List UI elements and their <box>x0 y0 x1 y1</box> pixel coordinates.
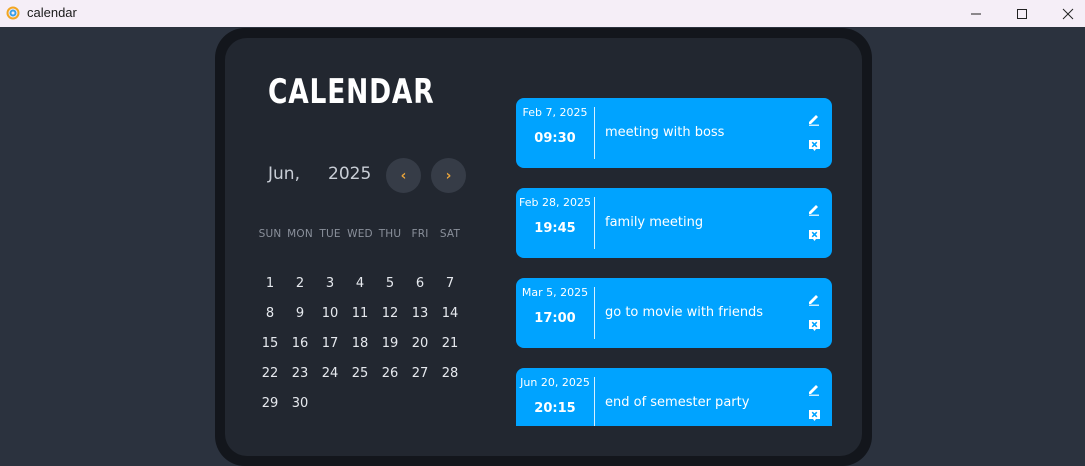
event-card[interactable]: Feb 7, 2025 09:30 meeting with boss <box>516 98 832 168</box>
calendar-day[interactable]: 25 <box>345 366 375 381</box>
window-titlebar: calendar <box>0 0 1085 27</box>
prev-month-button[interactable]: ‹ <box>386 158 421 193</box>
event-time: 17:00 <box>534 311 576 326</box>
calendar-day[interactable]: 10 <box>315 306 345 321</box>
chevron-right-icon: › <box>445 167 452 184</box>
event-date: Mar 5, 2025 <box>521 286 589 299</box>
event-date: Feb 28, 2025 <box>519 196 591 209</box>
calendar-day[interactable]: 26 <box>375 366 405 381</box>
weekday-wed: WED <box>347 228 373 240</box>
weekday-tue: TUE <box>319 228 341 240</box>
page-title: CALENDAR <box>268 72 435 112</box>
calendar-day[interactable]: 11 <box>345 306 375 321</box>
delete-icon[interactable] <box>808 319 821 332</box>
calendar-day[interactable]: 14 <box>435 306 465 321</box>
calendar-day[interactable]: 9 <box>285 306 315 321</box>
calendar-day[interactable]: 1 <box>255 276 285 291</box>
event-divider <box>594 197 595 249</box>
close-button[interactable] <box>1045 0 1085 27</box>
weekday-fri: FRI <box>411 228 429 240</box>
edit-icon[interactable] <box>807 202 821 216</box>
minimize-button[interactable] <box>953 0 999 27</box>
calendar-day[interactable]: 22 <box>255 366 285 381</box>
event-time: 09:30 <box>534 131 576 146</box>
minimize-icon <box>971 13 981 14</box>
calendar-day[interactable]: 4 <box>345 276 375 291</box>
event-title: family meeting <box>605 215 704 230</box>
calendar-day[interactable]: 12 <box>375 306 405 321</box>
event-title: meeting with boss <box>605 125 725 140</box>
current-month: Jun, <box>268 164 300 184</box>
weekday-mon: MON <box>287 228 313 240</box>
calendar-day[interactable]: 27 <box>405 366 435 381</box>
maximize-icon <box>1017 8 1027 19</box>
weekday-sun: SUN <box>258 228 282 240</box>
event-title: go to movie with friends <box>605 305 764 320</box>
calendar-day[interactable]: 17 <box>315 336 345 351</box>
delete-icon[interactable] <box>808 409 821 422</box>
weekday-thu: THU <box>378 228 402 240</box>
edit-icon[interactable] <box>807 382 821 396</box>
calendar-day[interactable]: 19 <box>375 336 405 351</box>
event-divider <box>594 377 595 426</box>
edit-icon[interactable] <box>807 112 821 126</box>
calendar-day[interactable]: 7 <box>435 276 465 291</box>
delete-icon[interactable] <box>808 139 821 152</box>
calendar-day[interactable]: 30 <box>285 396 315 411</box>
weekday-sat: SAT <box>439 228 461 240</box>
calendar-day[interactable]: 21 <box>435 336 465 351</box>
edit-icon[interactable] <box>807 292 821 306</box>
close-icon <box>1062 8 1074 19</box>
calendar-day[interactable]: 8 <box>255 306 285 321</box>
current-year: 2025 <box>328 164 372 184</box>
calendar-day[interactable]: 3 <box>315 276 345 291</box>
event-date: Feb 7, 2025 <box>522 106 588 119</box>
event-card[interactable]: Mar 5, 2025 17:00 go to movie with friends <box>516 278 832 348</box>
calendar-day[interactable]: 23 <box>285 366 315 381</box>
next-month-button[interactable]: › <box>431 158 466 193</box>
calendar-day[interactable]: 6 <box>405 276 435 291</box>
event-card[interactable]: Jun 20, 2025 20:15 end of semester party <box>516 368 832 426</box>
event-time: 19:45 <box>534 221 576 236</box>
calendar-day[interactable]: 16 <box>285 336 315 351</box>
calendar-day[interactable]: 24 <box>315 366 345 381</box>
calendar-day[interactable]: 20 <box>405 336 435 351</box>
event-card[interactable]: Feb 28, 2025 19:45 family meeting <box>516 188 832 258</box>
calendar-day[interactable]: 5 <box>375 276 405 291</box>
event-time: 20:15 <box>534 401 576 416</box>
calendar-day[interactable]: 2 <box>285 276 315 291</box>
event-divider <box>594 287 595 339</box>
window-title: calendar <box>27 5 77 20</box>
calendar-day[interactable]: 15 <box>255 336 285 351</box>
calendar-day[interactable]: 18 <box>345 336 375 351</box>
event-divider <box>594 107 595 159</box>
calendar-day[interactable]: 13 <box>405 306 435 321</box>
calendar-day[interactable]: 29 <box>255 396 285 411</box>
app-icon <box>6 6 20 20</box>
event-list[interactable]: Feb 7, 2025 09:30 meeting with boss Feb 28,… <box>516 98 832 426</box>
calendar-day[interactable]: 28 <box>435 366 465 381</box>
delete-icon[interactable] <box>808 229 821 242</box>
event-title: end of semester party <box>605 395 750 410</box>
chevron-left-icon: ‹ <box>400 167 407 184</box>
event-date: Jun 20, 2025 <box>520 376 590 389</box>
maximize-button[interactable] <box>999 0 1045 27</box>
